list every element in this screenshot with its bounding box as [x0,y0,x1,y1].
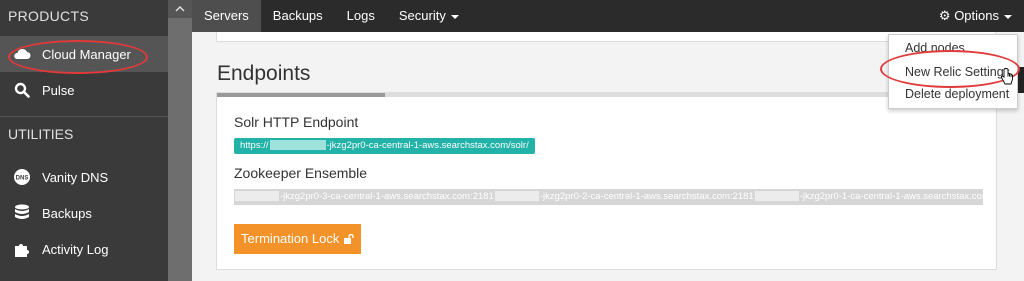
sidebar-item-label: Vanity DNS [42,169,109,185]
search-icon [12,80,32,100]
sidebar-item-label: Backups [42,205,92,221]
dns-icon: DNS [12,167,32,187]
solr-endpoint-url[interactable]: https:// -jkzg2pr0-ca-central-1-aws.searc… [234,138,535,154]
sidebar-item-label: Cloud Manager [42,46,131,62]
solr-endpoint-label: Solr HTTP Endpoint [234,114,359,130]
tab-logs[interactable]: Logs [335,0,387,32]
sidebar-item-label: Pulse [42,82,75,98]
sidebar-item-label: Activity Log [42,241,109,257]
page-title: Endpoints [217,62,311,85]
scroll-up-icon[interactable] [168,0,192,18]
zk-node: -jkzg2pr0-3-ca-central-1-aws.searchstax.… [280,191,494,202]
tab-security-label: Security [398,8,446,23]
sidebar-item-cloud-manager[interactable]: Cloud Manager [0,36,168,72]
options-button[interactable]: ⚙ Options [939,0,1012,32]
redacted-mask [754,191,799,202]
menu-item-add-nodes[interactable]: Add nodes [905,41,965,55]
previous-card [216,32,996,42]
products-header: PRODUCTS [8,8,89,24]
tab-servers[interactable]: Servers [192,0,261,32]
top-navbar: Servers Backups Logs Security ⚙ Options [192,0,1024,32]
redacted-mask [269,140,326,151]
hand-cursor-icon [1000,68,1014,91]
zookeeper-label: Zookeeper Ensemble [234,165,368,181]
solr-url-suffix: -jkzg2pr0-ca-central-1-aws.searchstax.co… [326,140,529,151]
zk-node: -jkzg2pr0-2-ca-central-1-aws.searchstax.… [539,191,754,202]
options-label: Options [954,8,999,23]
tab-security[interactable]: Security [387,0,471,32]
chevron-down-icon [450,14,459,19]
termination-lock-label: Termination Lock [241,231,340,246]
utilities-header: UTILITIES [8,126,74,142]
endpoints-panel: Solr HTTP Endpoint https:// -jkzg2pr0-ca-… [216,92,997,270]
sidebar: PRODUCTS Cloud Manager Pulse UTILITIES D… [0,0,168,281]
puzzle-icon [12,239,32,259]
menu-item-new-relic-settings[interactable]: New Relic Settings [905,65,1010,79]
chevron-down-icon [1004,14,1012,19]
zk-node: -jkzg2pr0-1-ca-central-1-aws.searchstax.… [799,191,983,202]
zookeeper-ensemble[interactable]: -jkzg2pr0-3-ca-central-1-aws.searchstax.… [234,189,983,205]
database-icon [12,203,32,223]
sidebar-item-pulse[interactable]: Pulse [0,72,168,108]
termination-lock-button[interactable]: Termination Lock [234,224,361,254]
app-root: PRODUCTS Cloud Manager Pulse UTILITIES D… [0,0,1024,281]
unlock-icon [343,231,354,246]
panel-tab-indicator [217,93,385,97]
sidebar-scrollbar[interactable] [168,0,192,281]
redacted-mask [235,191,279,202]
solr-url-prefix: https:// [240,140,269,151]
cloud-icon [12,44,32,64]
page-edge [1018,67,1024,93]
sidebar-item-backups[interactable]: Backups [0,195,168,231]
redacted-mask [494,191,539,202]
tab-backups[interactable]: Backups [261,0,335,32]
gear-icon: ⚙ [938,8,951,23]
panel-tab-bar [217,93,996,97]
sidebar-item-vanity-dns[interactable]: DNS Vanity DNS [0,159,168,195]
dns-icon-text: DNS [16,176,29,182]
menu-item-delete-deployment[interactable]: Delete deployment [905,87,1009,101]
sidebar-item-activity-log[interactable]: Activity Log [0,231,168,267]
options-dropdown-menu: Add nodes New Relic Settings Delete depl… [888,34,1018,109]
